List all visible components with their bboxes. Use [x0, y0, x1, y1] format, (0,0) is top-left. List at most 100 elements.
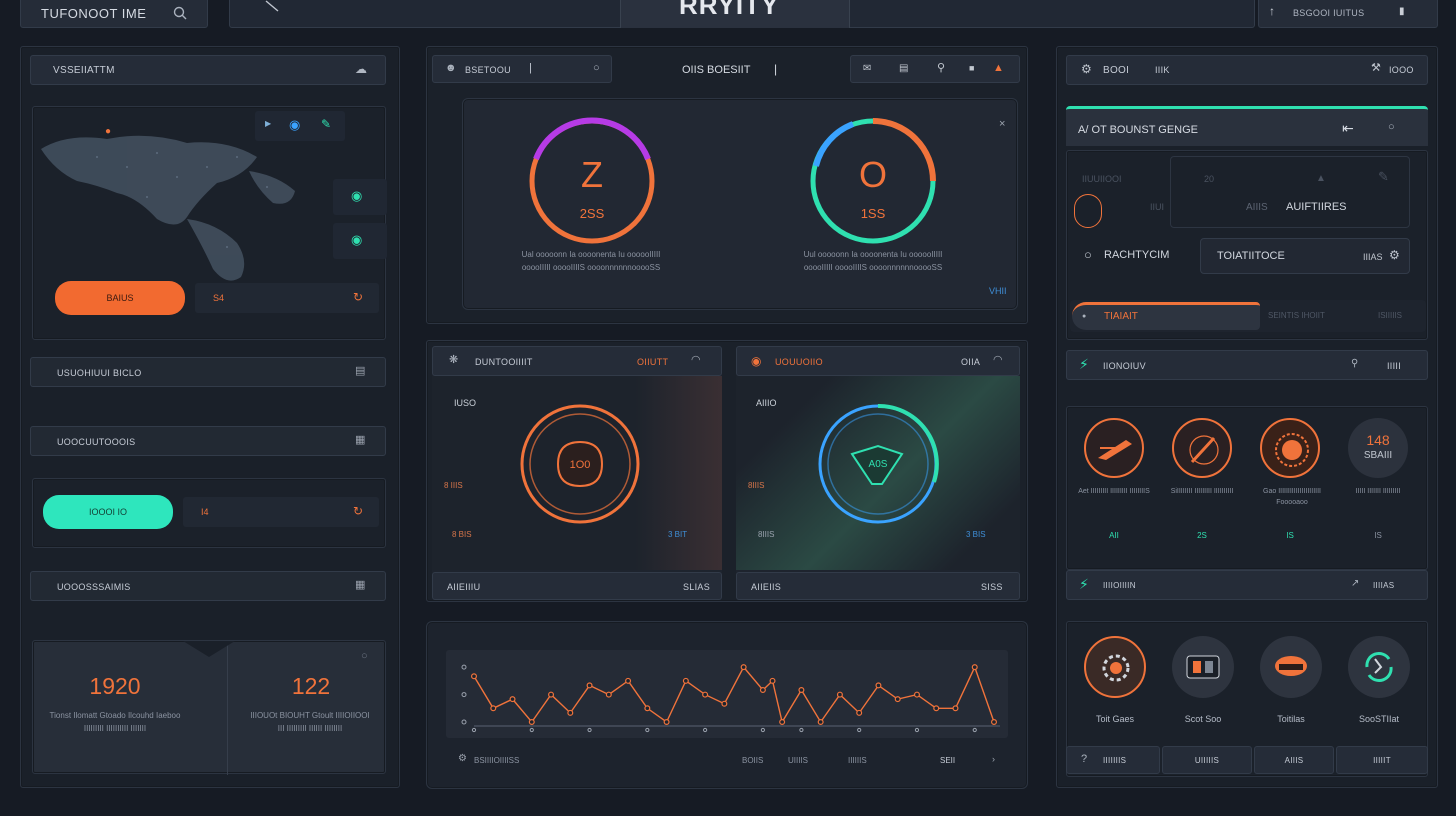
- footer-tab-3-label: AIIIS: [1284, 755, 1304, 765]
- left-row-2[interactable]: UOOCUUTOOOIS ▦: [30, 426, 386, 456]
- stat-2-caption: IIIOUOt BIOUHT Gtoult IIIIOIIOOI III III…: [250, 711, 370, 733]
- mini-panel-2-footer: AIIEIIS SISS: [736, 572, 1020, 600]
- target-icon[interactable]: ◉: [289, 118, 300, 131]
- chart-footer-item-5[interactable]: SEII: [940, 756, 955, 765]
- app-icon-1[interactable]: [1084, 636, 1146, 698]
- badge-2-value: 2S: [1197, 531, 1207, 540]
- gauge-2-caption: Uul ooooonn Ia oooonenta Iu oooooIIIII o…: [803, 250, 943, 272]
- footer-tab-1[interactable]: ? IIIIIIIS: [1066, 746, 1160, 774]
- speed-icon[interactable]: ◠: [993, 355, 1003, 366]
- separator-icon: |: [529, 62, 533, 74]
- chart-footer-item-2[interactable]: BOIIS: [742, 756, 763, 765]
- tab-active-label: TIAIAIT: [1104, 311, 1138, 322]
- badge-2[interactable]: [1172, 418, 1232, 478]
- chart-x-tick: [471, 727, 477, 733]
- cloud-icon[interactable]: ☁: [355, 63, 367, 75]
- fan-icon: ❋: [449, 354, 459, 366]
- badge-2-caption: SiIIIIIIII IIIIIIIII IIIIIIIIII: [1170, 488, 1234, 495]
- ghost-label-3: IIUI: [1150, 202, 1165, 212]
- list-icon[interactable]: ▤: [355, 366, 366, 377]
- play-icon[interactable]: ▶: [265, 120, 271, 128]
- teal-action-button[interactable]: IOOOI IO: [43, 495, 173, 529]
- search-icon[interactable]: ⚲: [1351, 359, 1359, 369]
- alert-icon[interactable]: ▲: [993, 63, 1004, 74]
- footer-tab-4[interactable]: IIIIIT: [1336, 746, 1428, 774]
- chart-point: [528, 718, 535, 725]
- right-select-box[interactable]: TOIATIITOCE IIIAS ⚙: [1200, 238, 1410, 274]
- badge-3[interactable]: [1260, 418, 1320, 478]
- map-zoom-out-button[interactable]: ◉: [333, 223, 387, 259]
- speed-icon[interactable]: ◠: [691, 355, 701, 366]
- grid-icon[interactable]: ▦: [355, 580, 366, 591]
- chart-x-tick: [914, 727, 920, 733]
- mini-2-side-1: 8IIIS: [748, 481, 765, 490]
- grid-icon[interactable]: ▦: [355, 435, 366, 446]
- toggle-pill[interactable]: [1074, 194, 1102, 228]
- search-icon[interactable]: [173, 6, 187, 20]
- center-section-title: OIIS BOESIIT: [682, 64, 751, 76]
- device-icon: [1186, 655, 1220, 679]
- expand-icon[interactable]: ↗: [1351, 579, 1360, 589]
- search-icon[interactable]: ○: [1388, 122, 1395, 133]
- stat-2-value: 122: [291, 673, 331, 699]
- left-row-1[interactable]: USUOHIUUI BICLO ▤: [30, 357, 386, 387]
- chart-footer-item-3[interactable]: UIIIIS: [788, 756, 808, 765]
- chart-x-tick: [857, 727, 862, 733]
- search-icon[interactable]: ○: [593, 63, 600, 74]
- chart-footer-item-4[interactable]: IIIIIIS: [848, 756, 867, 765]
- mini-panel-1-footer: AIIEIIIU SLIAS: [432, 572, 722, 600]
- chart-point: [894, 696, 901, 703]
- mini-2-side-3: 3 BIS: [966, 530, 986, 539]
- right-row-1[interactable]: ⚡ IIONOIUV ⚲ IIIII: [1066, 350, 1428, 380]
- center-tab[interactable]: ☻ BSETOOU | ○: [432, 55, 612, 83]
- map-zoom-in-button[interactable]: ◉: [333, 179, 387, 215]
- footer-tab-2[interactable]: UIIIIIS: [1162, 746, 1252, 774]
- map-marker-icon[interactable]: ●: [105, 127, 111, 137]
- arrow-left-icon[interactable]: ⇤: [1342, 121, 1354, 135]
- search-icon[interactable]: ⚲: [937, 63, 945, 74]
- refresh-icon[interactable]: ↻: [353, 505, 363, 517]
- back-arrow-icon[interactable]: [264, 0, 280, 15]
- radio-label: RACHTYCIM: [1104, 249, 1170, 261]
- app-icon-2[interactable]: [1172, 636, 1234, 698]
- app-icon-4[interactable]: [1348, 636, 1410, 698]
- close-icon[interactable]: ×: [999, 119, 1005, 130]
- select-right: IIIAS: [1363, 252, 1383, 262]
- right-row-2-right: IIIIAS: [1373, 581, 1395, 590]
- bookmark-icon[interactable]: ▮: [1399, 7, 1405, 17]
- badge-4[interactable]: 148 SBAIII: [1348, 418, 1408, 478]
- mini-panel-1: ❋ DUNTOOIIIIT OIIUTT ◠ IUSO 1O0 8 IIIS 8…: [432, 346, 722, 600]
- footer-tab-3[interactable]: AIIIS: [1254, 746, 1334, 774]
- record-icon[interactable]: ■: [969, 64, 975, 73]
- left-row-3[interactable]: UOOOSSSAIMIS ▦: [30, 571, 386, 601]
- chart-footer: ⚙ BSIIIIOIIIISS BOIIS UIIIIS IIIIIIS SEI…: [446, 748, 1008, 774]
- tab-ghost-2[interactable]: ISIIIIIS: [1378, 311, 1402, 320]
- badge-1[interactable]: [1084, 418, 1144, 478]
- chart-point: [721, 700, 728, 707]
- chart-point: [759, 687, 766, 694]
- radio-icon[interactable]: ○: [1084, 248, 1092, 261]
- teal-action-label: IOOOI IO: [88, 507, 127, 517]
- app-icon-3[interactable]: [1260, 636, 1322, 698]
- refresh-icon[interactable]: ↻: [353, 291, 363, 303]
- badge-1-caption: Aet IIIIIIIII IIIIIIIII IIIIIIIIS: [1078, 488, 1150, 495]
- settings-icon[interactable]: ⚙: [1081, 63, 1092, 75]
- wrench-icon[interactable]: ⚒: [1371, 63, 1381, 74]
- pin-icon[interactable]: ↑: [1269, 5, 1275, 17]
- chat-icon[interactable]: ▤: [899, 64, 909, 74]
- stat-1-value: 1920: [89, 673, 141, 699]
- pen-icon[interactable]: ✎: [321, 118, 331, 130]
- mail-icon[interactable]: ✉: [863, 64, 872, 74]
- chart-footer-item-1[interactable]: BSIIIIOIIIISS: [474, 756, 519, 765]
- gauge-1-letter: Z: [581, 154, 603, 195]
- right-row-2[interactable]: ⚡ IIIIOIIIIN ↗ IIIIAS: [1066, 570, 1428, 600]
- mini-panel-1-title: DUNTOOIIIIT: [475, 357, 533, 367]
- chart-point: [682, 677, 689, 684]
- zoom-dot-icon: ◉: [351, 188, 363, 203]
- map-action-button[interactable]: BAIUS: [55, 281, 185, 315]
- tab-active[interactable]: ● TIAIAIT: [1072, 302, 1260, 330]
- select-label: TOIATIITOCE: [1217, 250, 1285, 262]
- chevron-icon[interactable]: ›: [992, 755, 995, 764]
- tab-ghost-1[interactable]: SEINTIS IHOIIT: [1268, 311, 1325, 320]
- center-tab-label: BSETOOU: [465, 65, 511, 75]
